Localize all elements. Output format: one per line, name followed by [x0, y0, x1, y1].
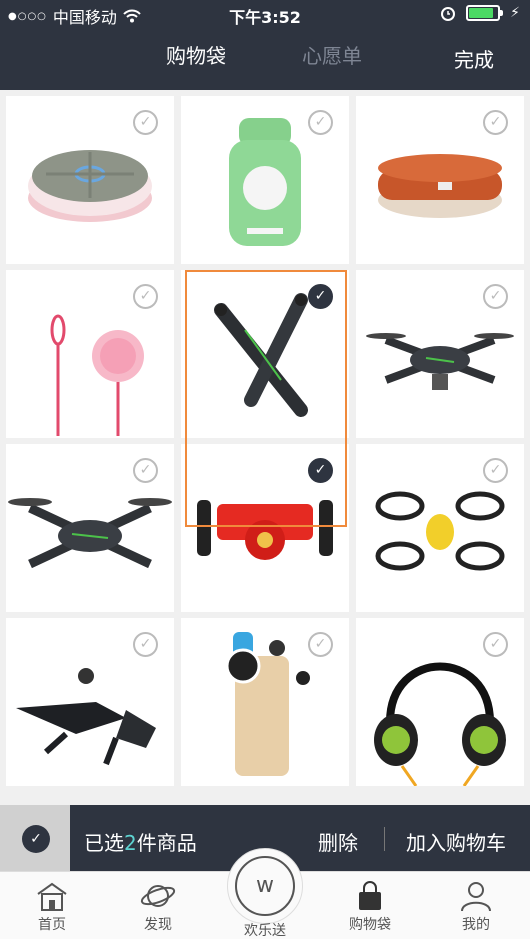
nav-item-home[interactable]: 首页 — [12, 872, 92, 939]
product-card[interactable]: ✓ — [356, 96, 524, 264]
tab-shopping-bag[interactable]: 购物袋 — [166, 40, 226, 69]
bottom-nav: 首页 发现 w 欢乐送 购物袋 我的 — [0, 848, 530, 939]
checkbox-icon[interactable]: ✓ — [133, 458, 158, 483]
person-icon — [461, 882, 491, 912]
bag-icon — [359, 881, 381, 910]
product-grid: ✓ ✓ ✓ ✓ ✓ ✓ ✓ ✓ ✓ ✓ ✓ ✓ — [0, 90, 530, 802]
nav-label-home: 首页 — [38, 917, 66, 933]
top-bar: ●○○○ 中国移动 下午3:52 ⚡ 购物袋 心愿单 完成 — [0, 0, 530, 90]
planet-icon — [140, 885, 176, 907]
checkbox-icon[interactable]: ✓ — [133, 110, 158, 135]
add-to-cart-button[interactable]: 加入购物车 — [406, 827, 506, 856]
checkbox-icon[interactable]: ✓ — [483, 284, 508, 309]
tab-wishlist[interactable]: 心愿单 — [302, 40, 362, 69]
product-card[interactable]: ✓ — [356, 270, 524, 438]
divider — [384, 827, 385, 851]
product-card[interactable]: ✓ — [181, 270, 349, 438]
alarm-icon — [441, 7, 456, 21]
selected-suffix: 件商品 — [136, 831, 197, 855]
product-card[interactable]: ✓ — [181, 96, 349, 264]
nav-item-me[interactable]: 我的 — [436, 872, 516, 939]
checkbox-icon[interactable]: ✓ — [133, 284, 158, 309]
product-card[interactable]: ✓ — [356, 618, 524, 787]
checkbox-icon[interactable]: ✓ — [483, 110, 508, 135]
home-icon — [37, 882, 67, 911]
checkbox-icon[interactable]: ✓ — [133, 632, 158, 657]
nav-label-joy-delivery: 欢乐送 — [244, 923, 286, 939]
select-all-button[interactable]: ✓ — [0, 805, 70, 871]
status-bar: ●○○○ 中国移动 下午3:52 ⚡ — [0, 0, 530, 28]
nav-item-joy-delivery[interactable]: w — [227, 848, 303, 924]
product-card[interactable]: ✓ — [356, 444, 524, 612]
nav-item-shopping-bag[interactable]: 购物袋 — [330, 872, 410, 939]
checkbox-icon[interactable]: ✓ — [483, 458, 508, 483]
checkbox-checked-icon[interactable]: ✓ — [308, 458, 333, 483]
product-card[interactable]: ✓ — [181, 618, 349, 786]
product-card[interactable]: ✓ — [6, 618, 174, 786]
selected-prefix: 已选 — [84, 831, 124, 855]
selected-count-text: 已选2件商品 — [84, 827, 197, 856]
checkbox-icon[interactable]: ✓ — [308, 632, 333, 657]
checkbox-checked-icon: ✓ — [22, 825, 50, 853]
charging-icon: ⚡ — [510, 5, 520, 21]
checkbox-checked-icon[interactable]: ✓ — [308, 284, 333, 309]
checkbox-icon[interactable]: ✓ — [308, 110, 333, 135]
product-card[interactable]: ✓ — [6, 270, 174, 438]
done-button[interactable]: 完成 — [454, 44, 494, 73]
checkbox-icon[interactable]: ✓ — [483, 632, 508, 657]
w-logo-icon: w — [235, 856, 295, 916]
product-card[interactable]: ✓ — [181, 444, 349, 612]
selected-count: 2 — [124, 831, 137, 855]
nav-item-discover[interactable]: 发现 — [118, 872, 198, 939]
nav-label-me: 我的 — [462, 917, 490, 933]
battery-icon — [466, 5, 504, 21]
product-card[interactable]: ✓ — [6, 444, 174, 612]
nav-label-shopping-bag: 购物袋 — [349, 917, 391, 933]
delete-button[interactable]: 删除 — [318, 827, 358, 856]
header-tabs: 购物袋 心愿单 完成 — [0, 40, 530, 74]
product-card[interactable]: ✓ — [6, 96, 174, 264]
nav-label-discover: 发现 — [144, 917, 172, 933]
